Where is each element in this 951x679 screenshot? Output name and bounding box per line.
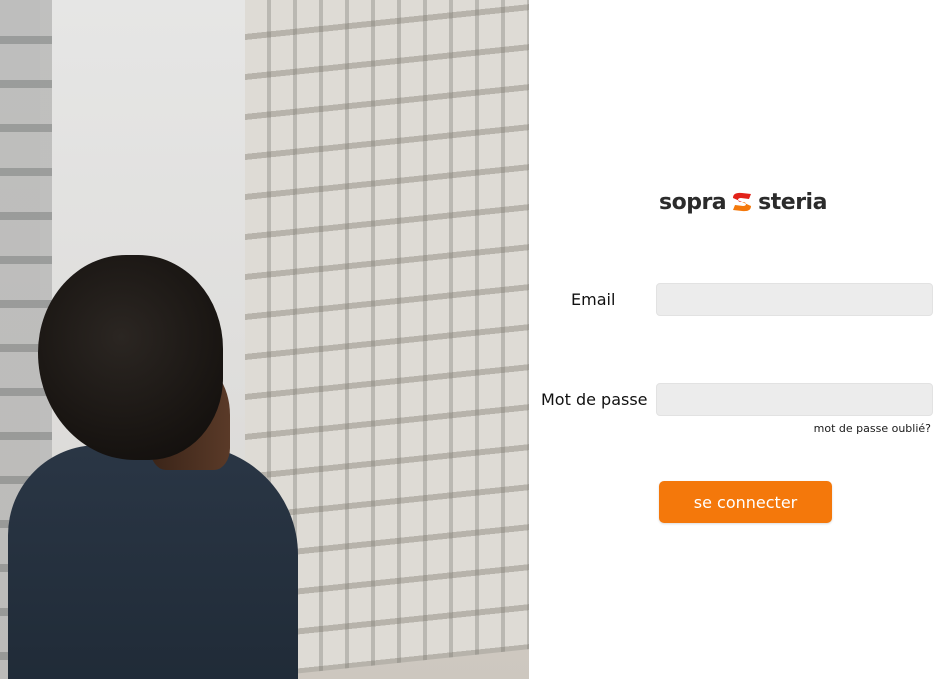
email-label: Email (571, 290, 616, 309)
logo-text-sopra: sopra (659, 189, 727, 215)
login-button[interactable]: se connecter (659, 481, 832, 523)
password-label: Mot de passe (541, 390, 648, 409)
email-field[interactable] (656, 283, 933, 316)
logo-mark-icon (733, 192, 752, 212)
photo-person-jacket (8, 445, 298, 679)
sopra-steria-logo: sopra steria (659, 187, 827, 217)
password-field[interactable] (656, 383, 933, 416)
hero-photo (0, 0, 529, 679)
logo-text-steria: steria (758, 189, 827, 215)
forgot-password-link[interactable]: mot de passe oublié? (814, 422, 931, 435)
